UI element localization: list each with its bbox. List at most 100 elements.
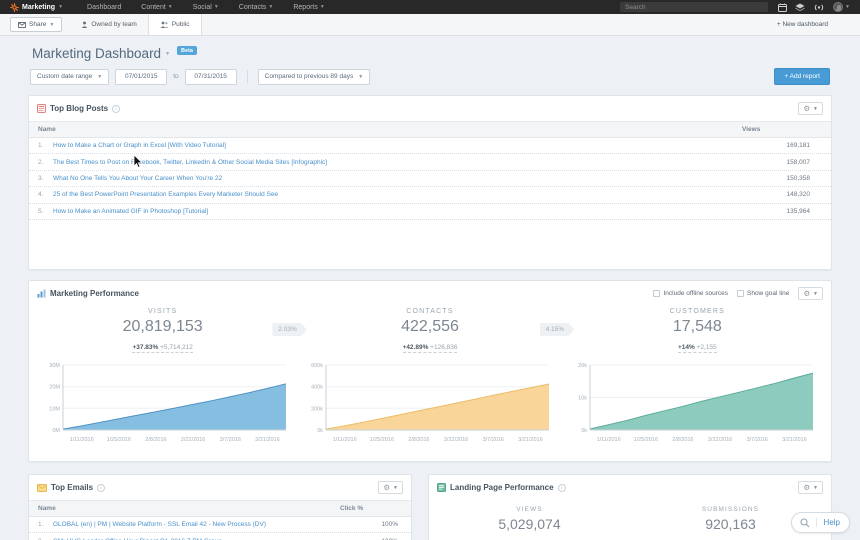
- search-icon: [800, 518, 810, 528]
- add-report-button[interactable]: + Add report: [774, 68, 830, 85]
- date-range-select[interactable]: Custom date range ▼: [30, 69, 109, 85]
- table-row: 2. CM: HUG Leader Office Hour Digest Q1-…: [29, 533, 411, 540]
- metrics-row: VISITS 20,819,153 +37.83% +5,714,212 CON…: [29, 308, 831, 354]
- marketing-performance-card: Marketing Performance Include offline so…: [28, 280, 832, 462]
- svg-text:1/11/2016: 1/11/2016: [596, 437, 620, 443]
- blog-post-link[interactable]: How to Make an Animated GIF in Photoshop…: [53, 208, 208, 215]
- card-settings-button[interactable]: ⚙▼: [378, 481, 403, 494]
- top-nav: Marketing ▼ Dashboard Content▼ Social▼ C…: [0, 0, 860, 14]
- table-header: Name Click %: [29, 500, 411, 517]
- envelope-icon: [18, 22, 26, 28]
- svg-text:1/11/2016: 1/11/2016: [70, 437, 94, 443]
- show-goal-checkbox[interactable]: Show goal line: [737, 290, 789, 297]
- metric-customers: CUSTOMERS 17,548 +14% +2,155: [564, 308, 831, 354]
- metric-delta: +37.83% +5,714,212: [132, 344, 192, 353]
- card-settings-button[interactable]: ⚙▼: [798, 102, 823, 115]
- gear-icon: ⚙: [383, 483, 390, 492]
- metric-delta: +42.89% +126,836: [403, 344, 458, 353]
- email-link[interactable]: GLOBAL (en) | PM | Website Platform - SS…: [53, 521, 266, 528]
- svg-text:30M: 30M: [49, 363, 60, 369]
- chevron-down-icon: ▼: [49, 22, 54, 28]
- card-header: Marketing Performance Include offline so…: [29, 281, 831, 306]
- click-pct-value: 100%: [340, 521, 402, 528]
- table-row: 2. The Best Times to Post on Facebook, T…: [29, 154, 831, 170]
- gear-icon: ⚙: [803, 289, 810, 298]
- svg-text:10M: 10M: [49, 406, 60, 412]
- card-title: Top Emails: [51, 483, 93, 492]
- svg-text:3/21/2016: 3/21/2016: [782, 437, 806, 443]
- card-settings-button[interactable]: ⚙▼: [798, 481, 823, 494]
- global-search[interactable]: [620, 2, 768, 12]
- marketplace-icon[interactable]: [795, 3, 805, 12]
- page-title[interactable]: Marketing Dashboard: [32, 46, 161, 61]
- nav-item-social[interactable]: Social▼: [183, 4, 229, 11]
- new-dashboard-button[interactable]: + New dashboard: [777, 21, 828, 28]
- to-label: to: [173, 73, 178, 80]
- table-row: 5. How to Make an Animated GIF in Photos…: [29, 204, 831, 220]
- svg-text:1/25/2016: 1/25/2016: [633, 437, 657, 443]
- table-row: 4. 25 of the Best PowerPoint Presentatio…: [29, 187, 831, 203]
- tab-public[interactable]: Public: [148, 14, 202, 35]
- chevron-down-icon: ▼: [845, 4, 850, 10]
- svg-text:20M: 20M: [49, 385, 60, 391]
- divider: [247, 70, 248, 83]
- svg-text:2/22/2016: 2/22/2016: [444, 437, 468, 443]
- svg-text:200k: 200k: [311, 406, 323, 412]
- card-title: Top Blog Posts: [50, 104, 108, 113]
- svg-text:3/7/2016: 3/7/2016: [483, 437, 504, 443]
- svg-text:600k: 600k: [311, 363, 323, 369]
- card-header: Top Blog Posts i ⚙▼: [29, 96, 831, 121]
- chevron-down-icon[interactable]: ▼: [165, 51, 170, 57]
- info-icon[interactable]: i: [97, 484, 105, 492]
- performance-controls: Include offline sources Show goal line ⚙…: [653, 287, 823, 300]
- nav-item-contacts[interactable]: Contacts▼: [229, 4, 284, 11]
- svg-text:1/25/2016: 1/25/2016: [370, 437, 394, 443]
- blog-post-link[interactable]: The Best Times to Post on Facebook, Twit…: [53, 159, 327, 166]
- blog-post-link[interactable]: What No One Tells You About Your Career …: [53, 175, 222, 182]
- info-icon[interactable]: i: [558, 484, 566, 492]
- search-input[interactable]: [625, 4, 763, 11]
- account-menu[interactable]: ▼: [833, 2, 850, 12]
- chevron-down-icon: ▼: [58, 4, 63, 10]
- views-value: 135,964: [742, 208, 822, 215]
- title-row: Marketing Dashboard ▼ Beta: [32, 46, 828, 61]
- nav-icon-group: ▼: [778, 2, 850, 12]
- table-row: 1. How to Make a Chart or Graph in Excel…: [29, 138, 831, 154]
- landing-metrics: VIEWS 5,029,074 +50.22% +1,681,221 SUBMI…: [429, 506, 831, 540]
- card-settings-button[interactable]: ⚙▼: [798, 287, 823, 300]
- email-icon: [37, 484, 47, 492]
- gear-icon: ⚙: [803, 104, 810, 113]
- chevron-down-icon: ▼: [320, 4, 325, 10]
- nav-item-content[interactable]: Content▼: [131, 4, 182, 11]
- nav-item-reports[interactable]: Reports▼: [283, 4, 334, 11]
- metric-contacts: CONTACTS 422,556 +42.89% +126,836: [296, 308, 563, 354]
- top-blog-posts-card: Top Blog Posts i ⚙▼ Name Views 1. How to…: [28, 95, 832, 270]
- metric-value: 422,556: [296, 318, 563, 336]
- charts-row: 0M10M20M30M1/11/20161/25/20162/8/20162/2…: [29, 360, 831, 444]
- date-to-input[interactable]: [185, 69, 237, 85]
- metric-views: VIEWS 5,029,074 +50.22% +1,681,221: [429, 506, 630, 540]
- broadcast-icon[interactable]: [813, 3, 825, 12]
- tab-owned-by-team[interactable]: Owned by team: [70, 14, 148, 35]
- blog-post-link[interactable]: 25 of the Best PowerPoint Presentation E…: [53, 191, 278, 198]
- conversion-badge-contacts-customers: 4.15%: [540, 323, 574, 336]
- include-offline-checkbox[interactable]: Include offline sources: [653, 290, 728, 297]
- views-value: 169,181: [742, 142, 822, 149]
- nav-brand-marketing[interactable]: Marketing ▼: [10, 3, 63, 12]
- svg-text:0M: 0M: [52, 428, 60, 434]
- card-title: Landing Page Performance: [450, 483, 554, 492]
- metric-value: 5,029,074: [429, 516, 630, 532]
- compare-select[interactable]: Compared to previous 89 days ▼: [258, 69, 370, 85]
- blog-post-link[interactable]: How to Make a Chart or Graph in Excel [W…: [53, 142, 226, 149]
- help-widget[interactable]: Help: [791, 512, 850, 533]
- nav-item-dashboard[interactable]: Dashboard: [77, 4, 131, 11]
- calendar-icon[interactable]: [778, 3, 787, 12]
- chevron-down-icon: ▼: [97, 74, 102, 80]
- info-icon[interactable]: i: [112, 105, 120, 113]
- share-button[interactable]: Share ▼: [10, 17, 62, 32]
- views-value: 148,320: [742, 191, 822, 198]
- card-header: Top Emails i ⚙▼: [29, 475, 411, 500]
- date-from-input[interactable]: [115, 69, 167, 85]
- chevron-down-icon: ▼: [813, 291, 818, 297]
- table-row: 1. GLOBAL (en) | PM | Website Platform -…: [29, 517, 411, 533]
